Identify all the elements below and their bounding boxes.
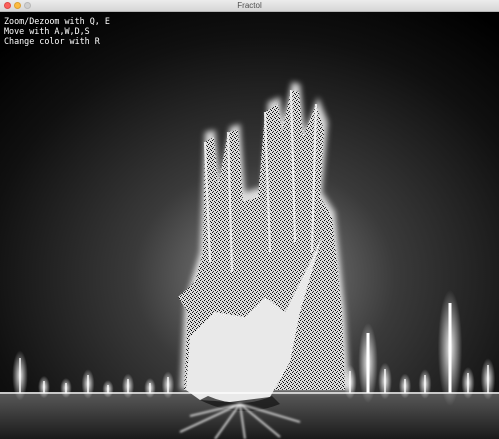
fractol-window: Fractol Zoom/Dezoom with Q, E Move with … bbox=[0, 0, 499, 439]
window-title: Fractol bbox=[237, 1, 262, 10]
controls-help: Zoom/Dezoom with Q, E Move with A,W,D,S … bbox=[4, 16, 110, 46]
help-move: Move with A,W,D,S bbox=[4, 26, 90, 36]
help-zoom: Zoom/Dezoom with Q, E bbox=[4, 16, 110, 26]
title-bar[interactable]: Fractol bbox=[0, 0, 499, 12]
fractal-canvas[interactable] bbox=[0, 12, 499, 439]
help-color: Change color with R bbox=[4, 36, 100, 46]
